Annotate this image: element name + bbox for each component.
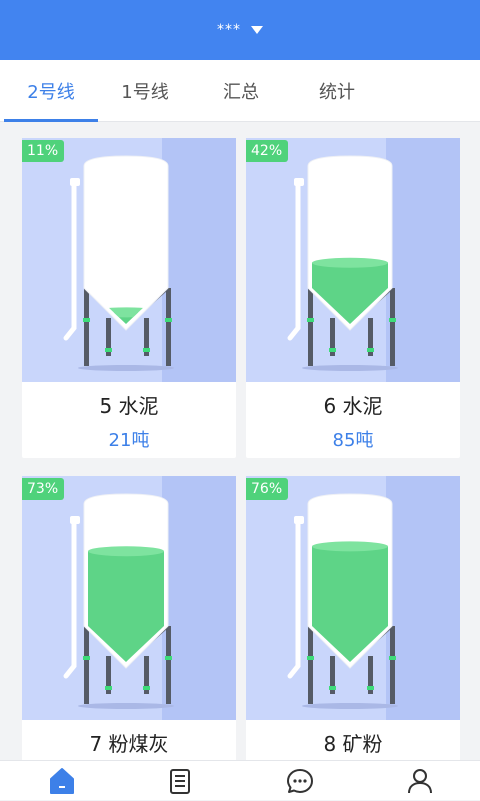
leg-band [83,656,90,660]
user-icon [408,769,432,794]
silo-quantity: 21吨 [108,430,150,451]
nav-profile[interactable] [390,761,450,801]
pipe-cap [294,178,304,186]
pipe [287,179,301,341]
tab-summary[interactable]: 汇总 [192,60,290,122]
tab-bar: 2号线 1号线 汇总 统计 [0,60,480,122]
leg-band [165,656,172,660]
silo-leg [308,288,313,366]
fill-level [312,546,388,662]
silo-leg [166,626,171,704]
silo-leg [390,288,395,366]
pipe [63,179,77,341]
tab-line-2[interactable]: 2号线 [4,60,98,122]
silo-card[interactable]: 76% 8 矿粉 [246,476,460,760]
leg-band [329,348,336,352]
leg-band [105,348,112,352]
silo-name: 6 水泥 [323,394,383,418]
fill-level [88,551,164,662]
silo-tank-icon [63,138,236,382]
base-shadow [302,703,398,709]
leg-band [83,318,90,322]
fill-percent-badge: 76% [246,478,289,500]
backdrop-panel [386,138,460,382]
silo-quantity: 85吨 [332,430,374,451]
leg-band [367,348,374,352]
leg-band [307,656,314,660]
backdrop-panel [162,476,236,720]
silo-name: 8 矿粉 [323,732,383,756]
base-shadow [302,365,398,371]
leg-band [165,318,172,322]
nav-home[interactable] [32,761,92,801]
silo-card[interactable]: 73% 7 粉煤灰 [22,476,236,760]
pipe-cap [70,516,80,524]
bottom-nav [0,760,480,800]
silo-name: 5 水泥 [99,394,159,418]
station-selector-label[interactable]: *** [217,22,241,38]
pipe [63,517,77,679]
backdrop-panel [162,138,236,382]
silo-tank [83,155,169,331]
leg-band [329,686,336,690]
silo-illustration: 76% [246,476,460,720]
leg-band [143,348,150,352]
silo-illustration: 73% [22,476,236,720]
silo-illustration: 11% [22,138,236,382]
silo-leg [84,626,89,704]
backdrop-panel [386,476,460,720]
silo-card[interactable]: 11% 5 水泥 21吨 [22,138,236,458]
silo-leg [308,626,313,704]
chat-bubble-icon [287,769,313,793]
silo-card[interactable]: 42% 6 水泥 85吨 [246,138,460,458]
leg-band [389,318,396,322]
tab-statistics[interactable]: 统计 [290,60,384,122]
nav-documents[interactable] [150,761,210,801]
document-list-icon [170,769,190,794]
leg-band [143,686,150,690]
silo-name: 7 粉煤灰 [89,732,169,756]
silo-tank-icon [287,476,460,720]
silo-tank-icon [63,476,236,720]
silo-leg [84,288,89,366]
caret-down-icon[interactable] [251,26,263,34]
silo-tank-icon [287,138,460,382]
app-header: *** [0,0,480,60]
silo-illustration: 42% [246,138,460,382]
home-icon [50,768,74,794]
fill-surface [88,307,164,318]
base-shadow [78,365,174,371]
silo-leg [166,288,171,366]
fill-surface [312,257,388,268]
pipe-cap [294,516,304,524]
tab-line-1[interactable]: 1号线 [98,60,192,122]
silo-leg [390,626,395,704]
fill-percent-badge: 11% [22,140,65,162]
leg-band [367,686,374,690]
leg-band [105,686,112,690]
fill-surface [312,541,388,552]
pipe [287,517,301,679]
fill-percent-badge: 42% [246,140,289,162]
leg-band [307,318,314,322]
leg-band [389,656,396,660]
fill-percent-badge: 73% [22,478,65,500]
silo-grid: 11% 5 水泥 21吨 42% 6 水泥 85吨 73% 7 粉煤灰 76% … [0,122,480,760]
pipe-cap [70,178,80,186]
nav-messages[interactable] [270,761,330,801]
base-shadow [78,703,174,709]
fill-surface [88,546,164,557]
